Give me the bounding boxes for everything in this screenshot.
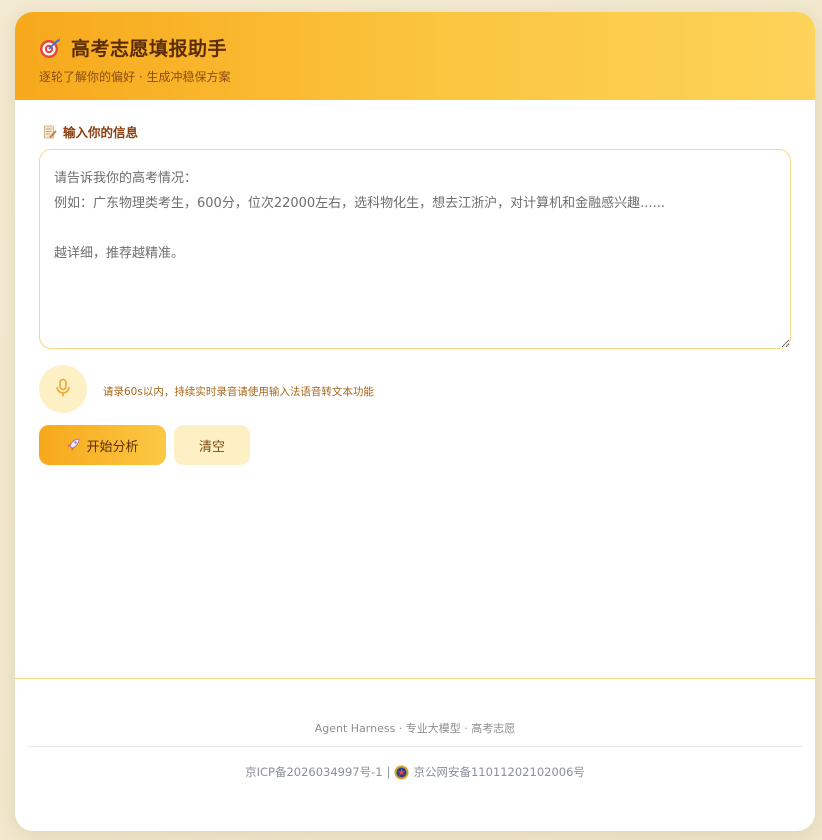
main-card: 高考志愿填报助手 逐轮了解你的偏好 · 生成冲稳保方案 输入你的信息 请录60s… <box>15 12 815 831</box>
info-textarea[interactable] <box>39 149 791 349</box>
footer-separator: | <box>386 765 391 779</box>
start-analysis-button[interactable]: 开始分析 <box>39 425 166 465</box>
target-icon <box>39 37 61 59</box>
title-row: 高考志愿填报助手 <box>39 34 791 61</box>
start-analysis-label: 开始分析 <box>86 439 139 455</box>
footer-records: 京ICP备2026034997号-1 | 京公网安备11011202102006… <box>15 764 815 780</box>
memo-icon <box>43 125 57 139</box>
police-badge-icon <box>394 765 409 780</box>
clear-button[interactable]: 清空 <box>174 425 250 465</box>
page-subtitle: 逐轮了解你的偏好 · 生成冲稳保方案 <box>39 70 231 84</box>
voice-record-button[interactable] <box>39 365 87 413</box>
footer-tagline: Agent Harness · 专业大模型 · 高考志愿 <box>314 722 516 735</box>
footer-divider <box>15 678 815 679</box>
header: 高考志愿填报助手 逐轮了解你的偏好 · 生成冲稳保方案 <box>15 12 815 100</box>
icp-link[interactable]: 京ICP备2026034997号-1 <box>245 764 383 780</box>
voice-hint: 请录60s以内，持续实时录音请使用输入法语音转文本功能 <box>103 386 374 398</box>
input-section-label-text: 输入你的信息 <box>63 125 139 140</box>
microphone-icon <box>54 378 72 401</box>
page-title: 高考志愿填报助手 <box>71 38 228 60</box>
input-section-label: 输入你的信息 <box>43 122 138 141</box>
police-record-link[interactable]: 京公网安备11011202102006号 <box>413 764 584 780</box>
rocket-icon <box>66 438 80 452</box>
footer-inner-divider <box>28 746 802 747</box>
